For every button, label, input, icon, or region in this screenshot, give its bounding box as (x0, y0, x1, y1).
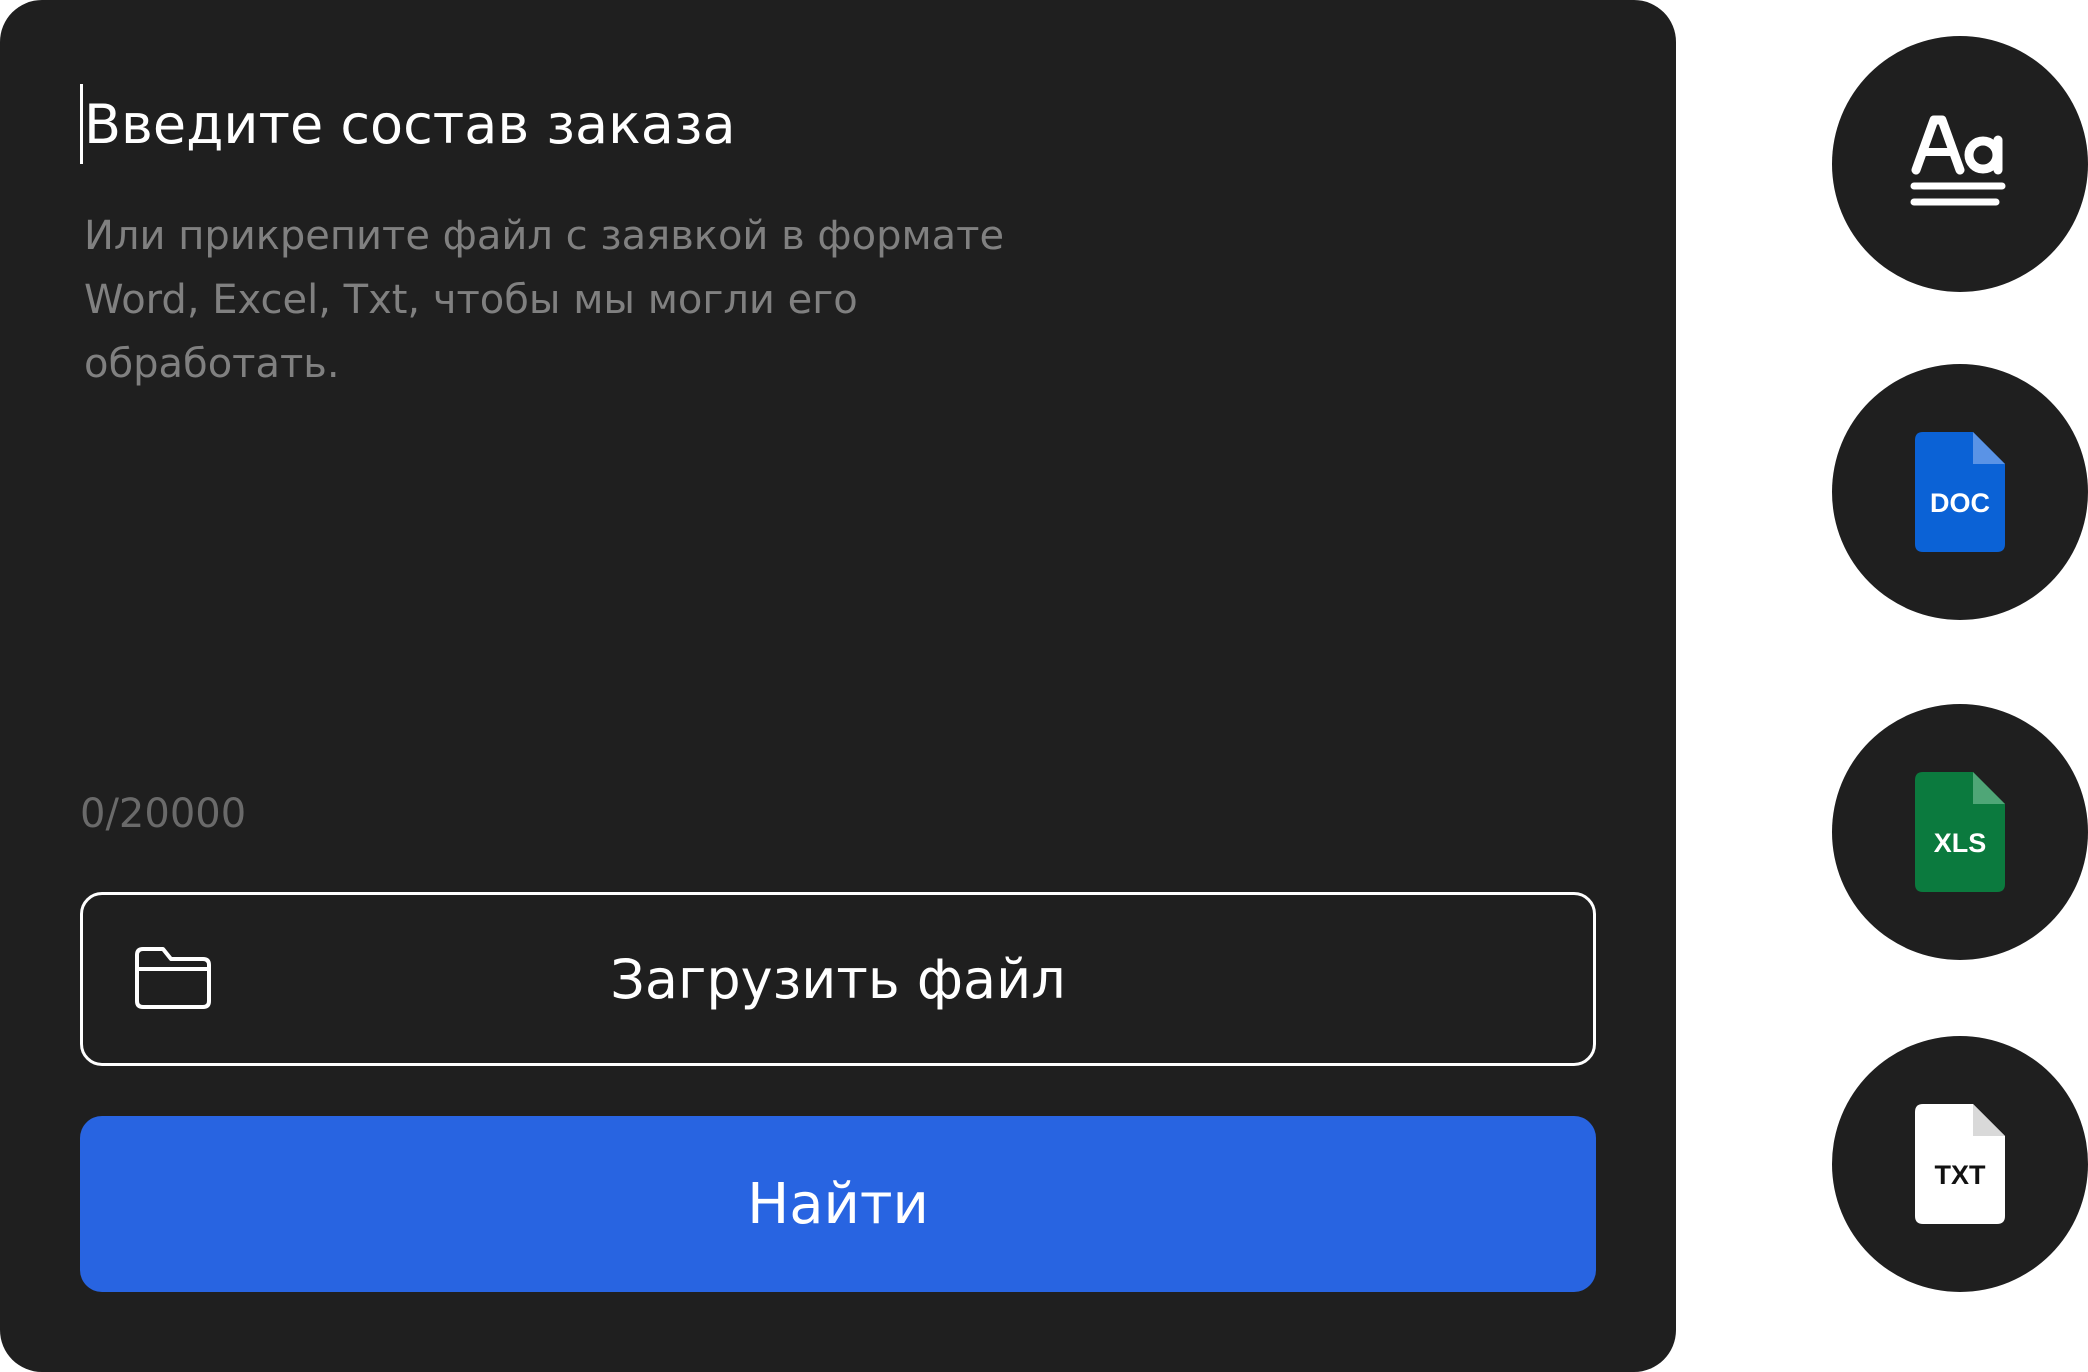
order-text-input[interactable]: Введите состав заказа Или прикрепите фай… (80, 80, 1600, 837)
xls-file-label: XLS (1933, 828, 1987, 858)
order-input-title: Введите состав заказа (84, 93, 736, 156)
txt-file-icon: TXT (1915, 1104, 2005, 1224)
txt-format-badge: TXT (1832, 1036, 2088, 1292)
doc-format-badge: DOC (1832, 364, 2088, 620)
upload-file-button[interactable]: Загрузить файл (80, 892, 1596, 1066)
txt-file-label: TXT (1934, 1160, 1986, 1190)
xls-file-icon: XLS (1915, 772, 2005, 892)
order-input-hint: Или прикрепите файл с заявкой в формате … (84, 213, 1005, 387)
text-format-badge (1832, 36, 2088, 292)
char-counter: 0/20000 (80, 791, 247, 837)
xls-format-badge: XLS (1832, 704, 2088, 960)
text-caret (80, 84, 83, 164)
doc-file-icon: DOC (1915, 432, 2005, 552)
upload-file-label: Загрузить файл (610, 947, 1066, 1011)
find-button[interactable]: Найти (80, 1116, 1596, 1292)
text-format-icon (1910, 115, 2006, 206)
order-panel: Введите состав заказа Или прикрепите фай… (0, 0, 1676, 1372)
doc-file-label: DOC (1930, 488, 1990, 518)
